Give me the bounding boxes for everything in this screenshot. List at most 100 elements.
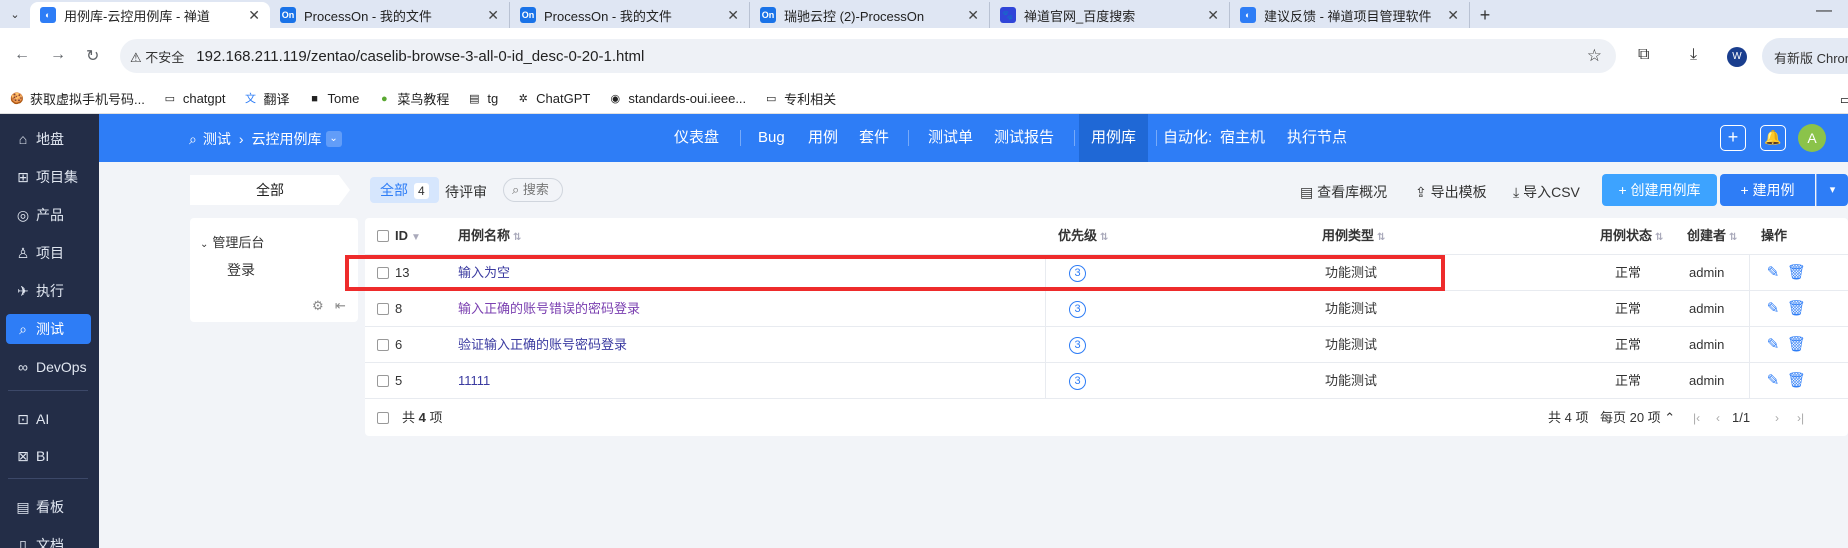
- minimize-window-icon[interactable]: —: [1816, 2, 1832, 20]
- download-icon[interactable]: ⤓: [1690, 46, 1697, 64]
- tree-node-child[interactable]: 登录: [227, 260, 255, 280]
- case-name-link[interactable]: 输入正确的账号错误的密码登录: [458, 291, 640, 327]
- per-page-selector[interactable]: 每页 20 项 ⌃: [1600, 399, 1675, 437]
- case-name-link[interactable]: 验证输入正确的账号密码登录: [458, 327, 627, 363]
- sidebar-item-product[interactable]: ◎ 产品: [6, 200, 91, 230]
- last-page-icon[interactable]: ›|: [1797, 399, 1804, 437]
- tree-node-root[interactable]: ⌄ 管理后台: [200, 232, 264, 251]
- edit-icon[interactable]: ✎: [1765, 337, 1781, 353]
- sidebar-item-kanban[interactable]: ▤ 看板: [6, 492, 91, 522]
- sidebar-item-home[interactable]: ⌂ 地盘: [6, 124, 91, 154]
- collapse-left-icon[interactable]: ⇤: [335, 298, 346, 314]
- browser-tab[interactable]: On 瑞驰云控 (2)-ProcessOn ✕: [750, 2, 990, 28]
- nav-exec-node[interactable]: 执行节点: [1287, 114, 1347, 162]
- close-tab-icon[interactable]: ✕: [1447, 7, 1459, 24]
- column-header-creator[interactable]: 创建者 ⇅: [1687, 218, 1737, 254]
- browser-tab[interactable]: On ProcessOn - 我的文件 ✕: [270, 2, 510, 28]
- security-warning[interactable]: ⚠ 不安全: [130, 47, 184, 66]
- column-header-name[interactable]: 用例名称 ⇅: [458, 218, 521, 254]
- sidebar-item-execution[interactable]: ✈ 执行: [6, 276, 91, 306]
- nav-testtask[interactable]: 测试单: [928, 114, 973, 162]
- close-tab-icon[interactable]: ✕: [248, 7, 260, 24]
- first-page-icon[interactable]: |‹: [1693, 399, 1700, 437]
- table-row[interactable]: 6 验证输入正确的账号密码登录 3 功能测试 正常 admin ✎ 🗑: [365, 326, 1848, 362]
- export-template-button[interactable]: ⇪ 导出模板: [1415, 182, 1487, 202]
- row-checkbox[interactable]: [377, 303, 389, 315]
- module-all-tab[interactable]: 全部: [190, 175, 350, 205]
- nav-bug[interactable]: Bug: [758, 114, 785, 162]
- add-icon[interactable]: +: [1720, 125, 1746, 151]
- table-row[interactable]: 5 11111 3 功能测试 正常 admin ✎ 🗑: [365, 362, 1848, 398]
- bookmark-item[interactable]: ▭ chatgpt: [163, 91, 226, 106]
- url-text[interactable]: 192.168.211.119/zentao/caselib-browse-3-…: [196, 48, 644, 65]
- bookmark-item[interactable]: 🍪 获取虚拟手机号码...: [10, 89, 145, 108]
- chevron-down-icon[interactable]: ▾: [1816, 174, 1848, 206]
- sidebar-item-program[interactable]: ⊞ 项目集: [6, 162, 91, 192]
- column-header-id[interactable]: ID ▼: [395, 218, 421, 254]
- edit-icon[interactable]: ✎: [1765, 265, 1781, 281]
- sidebar-item-ai[interactable]: ⊡ AI: [6, 404, 91, 434]
- close-tab-icon[interactable]: ✕: [487, 7, 499, 24]
- bookmark-item[interactable]: ■ Tome: [308, 91, 359, 106]
- trash-icon[interactable]: 🗑: [1787, 337, 1806, 353]
- browser-tab[interactable]: ◐ 用例库-云控用例库 - 禅道 ✕: [30, 2, 270, 28]
- address-bar[interactable]: ⚠ 不安全 192.168.211.119/zentao/caselib-bro…: [120, 39, 1616, 73]
- back-arrow-icon[interactable]: ←: [14, 46, 30, 64]
- column-header-status[interactable]: 用例状态 ⇅: [1600, 218, 1663, 254]
- nav-case[interactable]: 用例: [808, 114, 838, 162]
- close-tab-icon[interactable]: ✕: [727, 7, 739, 24]
- bookmark-item[interactable]: ▤ tg: [467, 91, 498, 106]
- create-caselib-button[interactable]: + 创建用例库: [1602, 174, 1717, 206]
- browser-tab[interactable]: On ProcessOn - 我的文件 ✕: [510, 2, 750, 28]
- select-all-footer-checkbox[interactable]: [377, 412, 389, 424]
- extensions-puzzle-icon[interactable]: ⧉: [1638, 46, 1649, 64]
- bookmark-item[interactable]: ◉ standards-oui.ieee...: [608, 91, 747, 106]
- bookmark-item[interactable]: ▭ 专利相关: [764, 89, 836, 108]
- edit-icon[interactable]: ✎: [1765, 373, 1781, 389]
- browser-tab[interactable]: 🐾 禅道官网_百度搜索 ✕: [990, 2, 1230, 28]
- breadcrumb-root[interactable]: 测试: [203, 129, 231, 149]
- sidebar-item-doc[interactable]: ▯ 文档: [6, 530, 91, 548]
- nav-dashboard[interactable]: 仪表盘: [674, 114, 719, 162]
- sidebar-item-project[interactable]: ♙ 项目: [6, 238, 91, 268]
- bookmark-item[interactable]: ● 菜鸟教程: [377, 89, 449, 108]
- user-avatar[interactable]: A: [1798, 124, 1826, 152]
- reload-icon[interactable]: ↻: [86, 46, 99, 66]
- search-button[interactable]: ⌕ 搜索: [503, 178, 563, 202]
- bookmark-item[interactable]: ✲ ChatGPT: [516, 91, 591, 106]
- all-bookmarks-folder-icon[interactable]: ▭: [1840, 92, 1848, 108]
- chevron-down-icon[interactable]: ⌄: [200, 239, 208, 250]
- forward-arrow-icon[interactable]: →: [50, 46, 66, 64]
- filter-all-tab[interactable]: 全部 4: [370, 177, 439, 203]
- create-case-button[interactable]: + 建用例: [1720, 174, 1815, 206]
- nav-testreport[interactable]: 测试报告: [994, 114, 1054, 162]
- bookmark-star-icon[interactable]: ☆: [1587, 46, 1602, 66]
- trash-icon[interactable]: 🗑: [1787, 265, 1806, 281]
- nav-host[interactable]: 宿主机: [1220, 114, 1265, 162]
- table-row[interactable]: 8 输入正确的账号错误的密码登录 3 功能测试 正常 admin ✎ 🗑: [365, 290, 1848, 326]
- column-header-type[interactable]: 用例类型 ⇅: [1322, 218, 1385, 254]
- profile-avatar[interactable]: W: [1727, 47, 1747, 67]
- edit-icon[interactable]: ✎: [1765, 301, 1781, 317]
- close-tab-icon[interactable]: ✕: [967, 7, 979, 24]
- update-chrome-button[interactable]: 有新版 Chrome: [1762, 38, 1848, 74]
- sidebar-item-devops[interactable]: ∞ DevOps: [6, 352, 91, 382]
- chevron-down-icon[interactable]: ⌄: [325, 131, 342, 147]
- sidebar-item-test[interactable]: ⌕ 测试: [6, 314, 91, 344]
- column-header-priority[interactable]: 优先级 ⇅: [1058, 218, 1108, 254]
- new-tab-button[interactable]: +: [1470, 2, 1500, 28]
- case-name-link[interactable]: 11111: [458, 363, 490, 399]
- select-all-checkbox[interactable]: [377, 230, 389, 242]
- tab-search-icon[interactable]: ⌄: [0, 0, 30, 28]
- view-overview-button[interactable]: ▤ 查看库概况: [1300, 182, 1387, 202]
- bell-icon[interactable]: 🔔: [1760, 125, 1786, 151]
- row-checkbox[interactable]: [377, 375, 389, 387]
- filter-pending-review-tab[interactable]: 待评审: [445, 182, 487, 202]
- gear-icon[interactable]: ⚙: [312, 298, 324, 314]
- sidebar-item-bi[interactable]: ⊠ BI: [6, 441, 91, 471]
- nav-suite[interactable]: 套件: [859, 114, 889, 162]
- browser-tab[interactable]: ◐ 建议反馈 - 禅道项目管理软件 ✕: [1230, 2, 1470, 28]
- close-tab-icon[interactable]: ✕: [1207, 7, 1219, 24]
- trash-icon[interactable]: 🗑: [1787, 301, 1806, 317]
- breadcrumb-current[interactable]: 云控用例库: [252, 129, 322, 149]
